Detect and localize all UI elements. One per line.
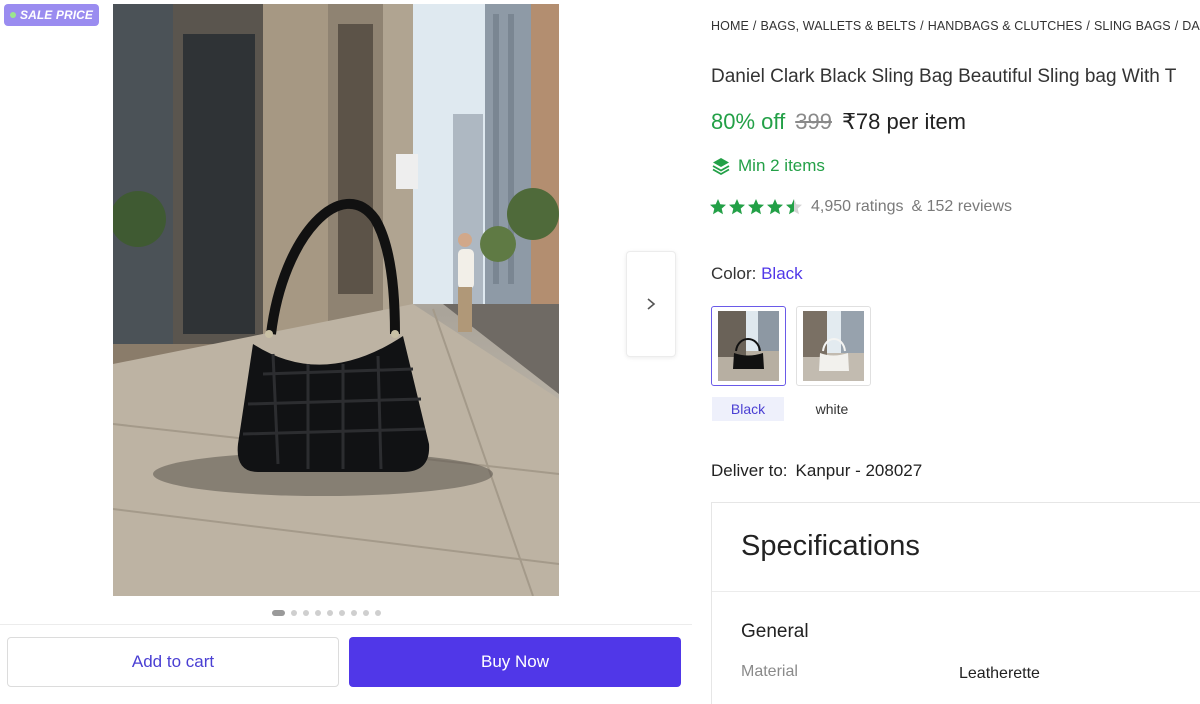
color-label: Color: Black <box>711 264 803 284</box>
specifications-card: Specifications General Material Leathere… <box>711 502 1200 704</box>
star-icon <box>786 199 802 215</box>
breadcrumb-handbags[interactable]: HANDBAGS & CLUTCHES <box>928 19 1083 33</box>
pager-dot[interactable] <box>303 610 309 616</box>
pager-dot[interactable] <box>272 610 285 616</box>
star-icon <box>748 199 764 215</box>
specifications-title: Specifications <box>741 530 920 562</box>
pager-dot[interactable] <box>363 610 369 616</box>
action-bar: Add to cart Buy Now <box>0 624 692 696</box>
rating-row[interactable]: 4,950 ratings & 152 reviews <box>709 198 1012 216</box>
buy-now-button[interactable]: Buy Now <box>349 637 681 687</box>
sale-price-badge: SALE PRICE <box>4 4 100 26</box>
swatch-label-white[interactable]: white <box>796 397 868 421</box>
star-icon <box>767 199 783 215</box>
discount-text: 80% off <box>711 109 786 134</box>
price-row: 80% off 399 ₹78 per item <box>711 109 966 135</box>
price-value: ₹78 <box>841 109 881 134</box>
sale-price-label: SALE PRICE <box>20 8 94 22</box>
breadcrumb-bags[interactable]: BAGS, WALLETS & BELTS <box>760 19 916 33</box>
image-pager <box>272 610 381 616</box>
layers-icon <box>712 158 730 176</box>
breadcrumb: HOME / BAGS, WALLETS & BELTS / HANDBAGS & CL… <box>711 19 1200 33</box>
color-swatch-white[interactable] <box>796 306 871 386</box>
pager-dot[interactable] <box>375 610 381 616</box>
specifications-divider <box>712 591 1200 592</box>
swatch-thumbnail-white <box>803 311 864 381</box>
breadcrumb-sling-bags[interactable]: SLING BAGS <box>1094 19 1171 33</box>
pager-dot[interactable] <box>351 610 357 616</box>
rating-stars <box>709 198 803 216</box>
price-unit: per item <box>886 109 967 134</box>
next-image-button[interactable] <box>626 251 676 357</box>
color-label-text: Color: <box>711 264 757 283</box>
star-icon <box>710 199 726 215</box>
deliver-label: Deliver to: <box>711 461 788 480</box>
delivery-info[interactable]: Deliver to: Kanpur - 208027 <box>711 461 922 481</box>
min-items-info: Min 2 items <box>711 156 825 176</box>
pager-dot[interactable] <box>291 610 297 616</box>
pager-dot[interactable] <box>339 610 345 616</box>
swatch-thumbnail-black <box>718 311 779 381</box>
spec-section-general: General <box>741 621 809 642</box>
color-swatch-black[interactable] <box>711 306 786 386</box>
add-to-cart-button[interactable]: Add to cart <box>7 637 339 687</box>
product-title: Daniel Clark Black Sling Bag Beautiful S… <box>711 66 1177 87</box>
delivery-location: Kanpur - 208027 <box>795 461 923 480</box>
swatch-label-black[interactable]: Black <box>712 397 784 421</box>
chevron-right-icon <box>647 298 656 310</box>
spec-value-material: Leatherette <box>959 665 1040 682</box>
badge-dot-icon <box>10 12 16 18</box>
sale-price: ₹78 per item <box>842 109 966 135</box>
breadcrumb-home[interactable]: HOME <box>711 19 749 33</box>
pager-dot[interactable] <box>327 610 333 616</box>
pager-dot[interactable] <box>315 610 321 616</box>
breadcrumb-product: DANIEL <box>1182 19 1200 33</box>
min-items-text: Min 2 items <box>738 156 825 175</box>
spec-key-material: Material <box>741 663 798 680</box>
reviews-count: & 152 reviews <box>911 198 1013 215</box>
product-main-image[interactable] <box>113 4 559 596</box>
selected-color-value: Black <box>761 264 803 283</box>
original-price: 399 <box>795 109 832 134</box>
star-icon <box>729 199 745 215</box>
hero-illustration <box>113 4 559 596</box>
ratings-count: 4,950 ratings <box>811 198 904 215</box>
